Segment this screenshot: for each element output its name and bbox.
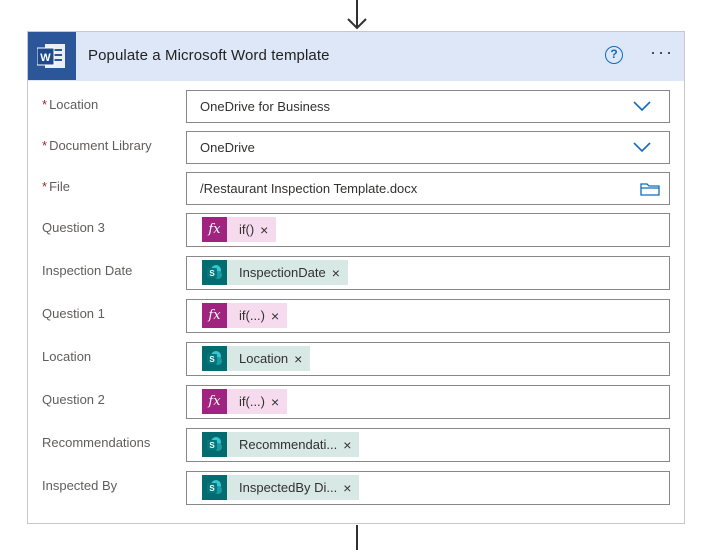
file-label: * File xyxy=(42,179,70,194)
help-icon[interactable]: ? xyxy=(605,46,623,64)
connector-line xyxy=(356,525,358,550)
document-library-label-text: Document Library xyxy=(49,138,152,153)
parameter-label: Question 3 xyxy=(42,220,105,235)
remove-token-icon[interactable]: × xyxy=(271,308,287,324)
parameter-input[interactable]: S Location × xyxy=(186,342,670,376)
parameter-label: Inspection Date xyxy=(42,263,133,278)
more-options-icon[interactable]: ··· xyxy=(648,43,676,64)
location-label: * Location xyxy=(42,97,98,112)
token-label: Recommendati... xyxy=(239,437,338,452)
parameter-input[interactable]: S InspectionDate × xyxy=(186,256,670,290)
location-label-text: Location xyxy=(49,97,99,112)
file-path-input[interactable]: /Restaurant Inspection Template.docx xyxy=(186,172,670,205)
sharepoint-icon: S xyxy=(202,346,227,371)
fx-icon: fx xyxy=(202,217,227,242)
chevron-down-icon[interactable] xyxy=(633,100,651,112)
sharepoint-icon: S xyxy=(202,260,227,285)
parameter-input[interactable]: S Recommendati... × xyxy=(186,428,670,462)
action-header[interactable]: W Populate a Microsoft Word template ? ·… xyxy=(28,32,684,81)
expression-token[interactable]: fx if(...) × xyxy=(202,303,288,328)
parameter-label: Question 1 xyxy=(42,306,105,321)
parameter-label: Question 2 xyxy=(42,392,105,407)
sharepoint-icon: S xyxy=(202,475,227,500)
remove-token-icon[interactable]: × xyxy=(260,222,276,238)
token-label: InspectionDate xyxy=(239,265,326,280)
location-dropdown[interactable]: OneDrive for Business xyxy=(186,90,670,123)
svg-text:S: S xyxy=(209,269,215,278)
sharepoint-icon: S xyxy=(202,432,227,457)
action-title: Populate a Microsoft Word template xyxy=(88,47,330,64)
required-marker: * xyxy=(42,138,48,153)
parameter-label: Inspected By xyxy=(42,478,118,493)
required-marker: * xyxy=(42,179,48,194)
parameter-label: Location xyxy=(42,349,92,364)
token-label: if() xyxy=(239,222,255,237)
folder-icon[interactable] xyxy=(640,181,660,197)
token-label: if(...) xyxy=(239,308,265,323)
expression-token[interactable]: fx if() × xyxy=(202,217,277,242)
remove-token-icon[interactable]: × xyxy=(343,437,359,453)
remove-token-icon[interactable]: × xyxy=(343,480,359,496)
parameter-input[interactable]: S InspectedBy Di... × xyxy=(186,471,670,505)
word-template-action-card: W Populate a Microsoft Word template ? ·… xyxy=(27,31,685,524)
token-label: InspectedBy Di... xyxy=(239,480,338,495)
word-icon: W xyxy=(28,32,76,80)
dynamic-content-token[interactable]: S InspectedBy Di... × xyxy=(202,475,360,500)
document-library-label: * Document Library xyxy=(42,138,152,153)
dynamic-content-token[interactable]: S Location × xyxy=(202,346,311,371)
parameter-input[interactable]: fx if() × xyxy=(186,213,670,247)
token-label: Location xyxy=(239,351,289,366)
fx-icon: fx xyxy=(202,303,227,328)
file-path-value: /Restaurant Inspection Template.docx xyxy=(200,181,418,196)
document-library-value: OneDrive xyxy=(200,140,255,155)
token-label: if(...) xyxy=(239,394,265,409)
chevron-down-icon[interactable] xyxy=(633,141,651,153)
required-marker: * xyxy=(42,97,48,112)
document-library-dropdown[interactable]: OneDrive xyxy=(186,131,670,164)
expression-token[interactable]: fx if(...) × xyxy=(202,389,288,414)
svg-text:S: S xyxy=(209,484,215,493)
remove-token-icon[interactable]: × xyxy=(271,394,287,410)
svg-text:S: S xyxy=(209,355,215,364)
remove-token-icon[interactable]: × xyxy=(294,351,310,367)
file-label-text: File xyxy=(49,179,71,194)
remove-token-icon[interactable]: × xyxy=(332,265,348,281)
fx-icon: fx xyxy=(202,389,227,414)
svg-text:W: W xyxy=(40,52,51,64)
down-arrow-icon xyxy=(347,0,367,30)
dynamic-content-token[interactable]: S Recommendati... × xyxy=(202,432,360,457)
parameter-input[interactable]: fx if(...) × xyxy=(186,385,670,419)
svg-text:S: S xyxy=(209,441,215,450)
parameter-label: Recommendations xyxy=(42,435,151,450)
location-value: OneDrive for Business xyxy=(200,99,331,114)
dynamic-content-token[interactable]: S InspectionDate × xyxy=(202,260,348,285)
parameter-input[interactable]: fx if(...) × xyxy=(186,299,670,333)
